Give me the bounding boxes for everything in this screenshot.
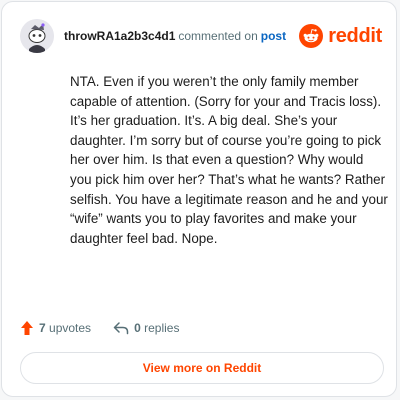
reply-arrow-icon xyxy=(113,322,129,335)
reddit-wordmark: reddit xyxy=(328,24,382,47)
reddit-comment-card: throwRA1a2b3c4d1 commented on post reddit … xyxy=(1,1,397,397)
comment-header: throwRA1a2b3c4d1 commented on post reddit xyxy=(20,18,382,54)
author-avatar[interactable] xyxy=(20,19,54,53)
reddit-logo-icon xyxy=(299,24,324,48)
author-username[interactable]: throwRA1a2b3c4d1 xyxy=(64,29,175,43)
comment-body: NTA. Even if you weren’t the only family… xyxy=(70,74,388,246)
post-link[interactable]: post xyxy=(261,29,286,43)
replies-stat[interactable]: 0 replies xyxy=(113,321,179,335)
comment-footer: 7 upvotes 0 replies xyxy=(20,318,201,338)
upvotes-stat[interactable]: 7 upvotes xyxy=(20,320,91,336)
replies-label: replies xyxy=(144,321,180,335)
reddit-brand[interactable]: reddit xyxy=(299,24,382,48)
upvote-arrow-icon xyxy=(21,321,33,335)
upvotes-count: 7 xyxy=(39,321,46,335)
view-more-on-reddit-button[interactable]: View more on Reddit xyxy=(20,352,384,384)
replies-count: 0 xyxy=(134,321,141,335)
comment-action-text: commented on xyxy=(178,29,258,43)
comment-byline: throwRA1a2b3c4d1 commented on post xyxy=(64,29,286,43)
upvotes-label: upvotes xyxy=(49,321,92,335)
snoo-avatar-icon xyxy=(20,19,54,53)
